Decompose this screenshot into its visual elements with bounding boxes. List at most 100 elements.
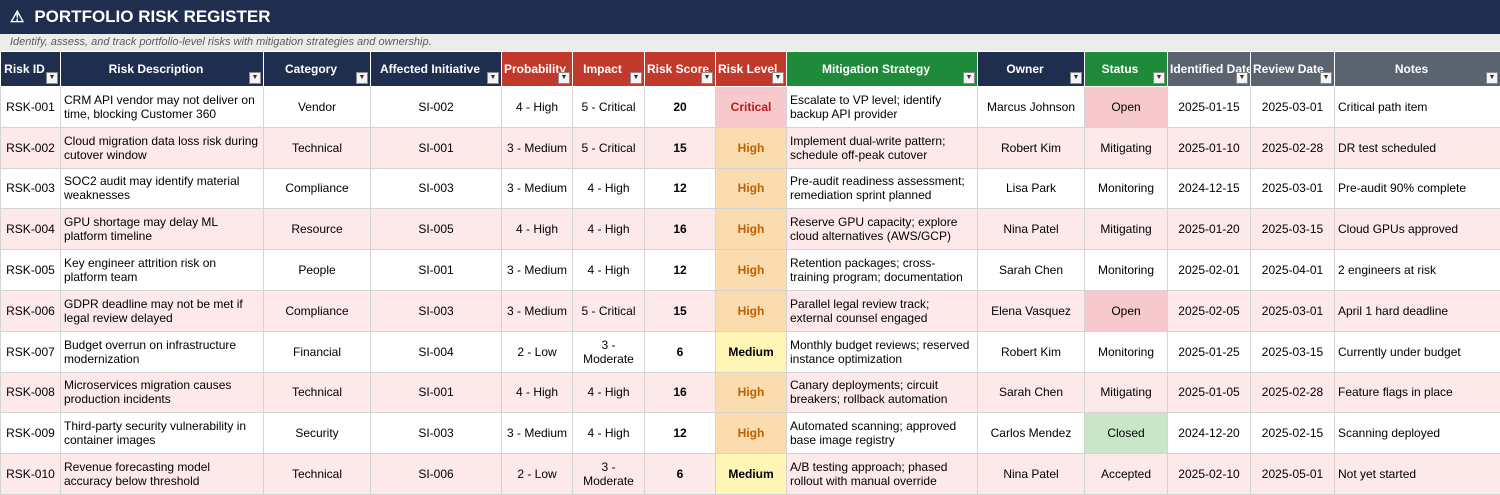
mitigation-strategy-cell[interactable]: Monthly budget reviews; reserved instanc…: [787, 331, 978, 372]
risk-level-cell[interactable]: High: [716, 290, 787, 331]
mitigation-strategy-cell[interactable]: Retention packages; cross-training progr…: [787, 250, 978, 291]
review-date-cell[interactable]: 2025-02-15: [1251, 413, 1335, 454]
impact-cell[interactable]: 5 - Critical: [573, 290, 645, 331]
notes-cell[interactable]: Critical path item: [1335, 87, 1500, 128]
risk-score-cell[interactable]: 15: [645, 127, 716, 168]
notes-cell[interactable]: Cloud GPUs approved: [1335, 209, 1500, 250]
risk-score-cell[interactable]: 16: [645, 372, 716, 413]
mitigation-strategy-cell[interactable]: Reserve GPU capacity; explore cloud alte…: [787, 209, 978, 250]
status-cell[interactable]: Mitigating: [1085, 127, 1168, 168]
risk-level-cell[interactable]: High: [716, 127, 787, 168]
category-cell[interactable]: Compliance: [264, 168, 371, 209]
risk-description-cell[interactable]: Budget overrun on infrastructure moderni…: [61, 331, 264, 372]
affected-initiative-cell[interactable]: SI-001: [371, 372, 502, 413]
owner-cell[interactable]: Carlos Mendez: [978, 413, 1085, 454]
probability-cell[interactable]: 4 - High: [502, 372, 573, 413]
filter-dropdown-icon[interactable]: ▼: [701, 72, 713, 84]
identified-date-cell[interactable]: 2025-02-10: [1168, 454, 1251, 495]
probability-cell[interactable]: 3 - Medium: [502, 290, 573, 331]
risk-score-cell[interactable]: 20: [645, 87, 716, 128]
filter-dropdown-icon[interactable]: ▼: [1320, 72, 1332, 84]
notes-cell[interactable]: Pre-audit 90% complete: [1335, 168, 1500, 209]
category-cell[interactable]: Technical: [264, 127, 371, 168]
filter-dropdown-icon[interactable]: ▼: [772, 72, 784, 84]
owner-cell[interactable]: Sarah Chen: [978, 372, 1085, 413]
status-cell[interactable]: Monitoring: [1085, 168, 1168, 209]
risk-id-cell[interactable]: RSK-010: [1, 454, 61, 495]
category-cell[interactable]: Technical: [264, 454, 371, 495]
impact-cell[interactable]: 4 - High: [573, 413, 645, 454]
notes-cell[interactable]: Not yet started: [1335, 454, 1500, 495]
review-date-cell[interactable]: 2025-02-28: [1251, 127, 1335, 168]
probability-cell[interactable]: 3 - Medium: [502, 413, 573, 454]
filter-dropdown-icon[interactable]: ▼: [249, 72, 261, 84]
risk-level-cell[interactable]: Critical: [716, 87, 787, 128]
risk-description-cell[interactable]: GPU shortage may delay ML platform timel…: [61, 209, 264, 250]
review-date-cell[interactable]: 2025-04-01: [1251, 250, 1335, 291]
identified-date-cell[interactable]: 2024-12-15: [1168, 168, 1251, 209]
status-cell[interactable]: Mitigating: [1085, 372, 1168, 413]
risk-level-cell[interactable]: High: [716, 413, 787, 454]
probability-cell[interactable]: 4 - High: [502, 87, 573, 128]
identified-date-cell[interactable]: 2025-02-01: [1168, 250, 1251, 291]
risk-level-cell[interactable]: High: [716, 168, 787, 209]
review-date-cell[interactable]: 2025-05-01: [1251, 454, 1335, 495]
affected-initiative-cell[interactable]: SI-006: [371, 454, 502, 495]
impact-cell[interactable]: 4 - High: [573, 209, 645, 250]
risk-id-cell[interactable]: RSK-001: [1, 87, 61, 128]
probability-cell[interactable]: 3 - Medium: [502, 127, 573, 168]
risk-score-cell[interactable]: 12: [645, 250, 716, 291]
affected-initiative-cell[interactable]: SI-001: [371, 250, 502, 291]
impact-cell[interactable]: 5 - Critical: [573, 127, 645, 168]
filter-dropdown-icon[interactable]: ▼: [1236, 72, 1248, 84]
category-cell[interactable]: People: [264, 250, 371, 291]
notes-cell[interactable]: DR test scheduled: [1335, 127, 1500, 168]
risk-description-cell[interactable]: Cloud migration data loss risk during cu…: [61, 127, 264, 168]
risk-level-cell[interactable]: High: [716, 372, 787, 413]
owner-cell[interactable]: Lisa Park: [978, 168, 1085, 209]
risk-score-cell[interactable]: 16: [645, 209, 716, 250]
review-date-cell[interactable]: 2025-03-01: [1251, 87, 1335, 128]
review-date-cell[interactable]: 2025-03-15: [1251, 331, 1335, 372]
risk-description-cell[interactable]: Third-party security vulnerability in co…: [61, 413, 264, 454]
probability-cell[interactable]: 3 - Medium: [502, 168, 573, 209]
category-cell[interactable]: Compliance: [264, 290, 371, 331]
notes-cell[interactable]: Scanning deployed: [1335, 413, 1500, 454]
risk-level-cell[interactable]: Medium: [716, 454, 787, 495]
status-cell[interactable]: Open: [1085, 87, 1168, 128]
probability-cell[interactable]: 2 - Low: [502, 331, 573, 372]
owner-cell[interactable]: Nina Patel: [978, 454, 1085, 495]
review-date-cell[interactable]: 2025-03-01: [1251, 290, 1335, 331]
risk-id-cell[interactable]: RSK-004: [1, 209, 61, 250]
affected-initiative-cell[interactable]: SI-003: [371, 290, 502, 331]
filter-dropdown-icon[interactable]: ▼: [1486, 72, 1498, 84]
owner-cell[interactable]: Marcus Johnson: [978, 87, 1085, 128]
filter-dropdown-icon[interactable]: ▼: [1153, 72, 1165, 84]
category-cell[interactable]: Resource: [264, 209, 371, 250]
impact-cell[interactable]: 4 - High: [573, 372, 645, 413]
mitigation-strategy-cell[interactable]: Automated scanning; approved base image …: [787, 413, 978, 454]
identified-date-cell[interactable]: 2025-01-05: [1168, 372, 1251, 413]
affected-initiative-cell[interactable]: SI-003: [371, 413, 502, 454]
risk-score-cell[interactable]: 6: [645, 454, 716, 495]
risk-level-cell[interactable]: High: [716, 250, 787, 291]
review-date-cell[interactable]: 2025-03-15: [1251, 209, 1335, 250]
risk-id-cell[interactable]: RSK-003: [1, 168, 61, 209]
mitigation-strategy-cell[interactable]: Escalate to VP level; identify backup AP…: [787, 87, 978, 128]
risk-description-cell[interactable]: SOC2 audit may identify material weaknes…: [61, 168, 264, 209]
risk-description-cell[interactable]: CRM API vendor may not deliver on time, …: [61, 87, 264, 128]
mitigation-strategy-cell[interactable]: Parallel legal review track; external co…: [787, 290, 978, 331]
review-date-cell[interactable]: 2025-02-28: [1251, 372, 1335, 413]
risk-description-cell[interactable]: GDPR deadline may not be met if legal re…: [61, 290, 264, 331]
probability-cell[interactable]: 4 - High: [502, 209, 573, 250]
notes-cell[interactable]: April 1 hard deadline: [1335, 290, 1500, 331]
risk-id-cell[interactable]: RSK-002: [1, 127, 61, 168]
affected-initiative-cell[interactable]: SI-004: [371, 331, 502, 372]
filter-dropdown-icon[interactable]: ▼: [487, 72, 499, 84]
risk-id-cell[interactable]: RSK-005: [1, 250, 61, 291]
filter-dropdown-icon[interactable]: ▼: [356, 72, 368, 84]
mitigation-strategy-cell[interactable]: Pre-audit readiness assessment; remediat…: [787, 168, 978, 209]
identified-date-cell[interactable]: 2025-01-25: [1168, 331, 1251, 372]
status-cell[interactable]: Accepted: [1085, 454, 1168, 495]
filter-dropdown-icon[interactable]: ▼: [1070, 72, 1082, 84]
